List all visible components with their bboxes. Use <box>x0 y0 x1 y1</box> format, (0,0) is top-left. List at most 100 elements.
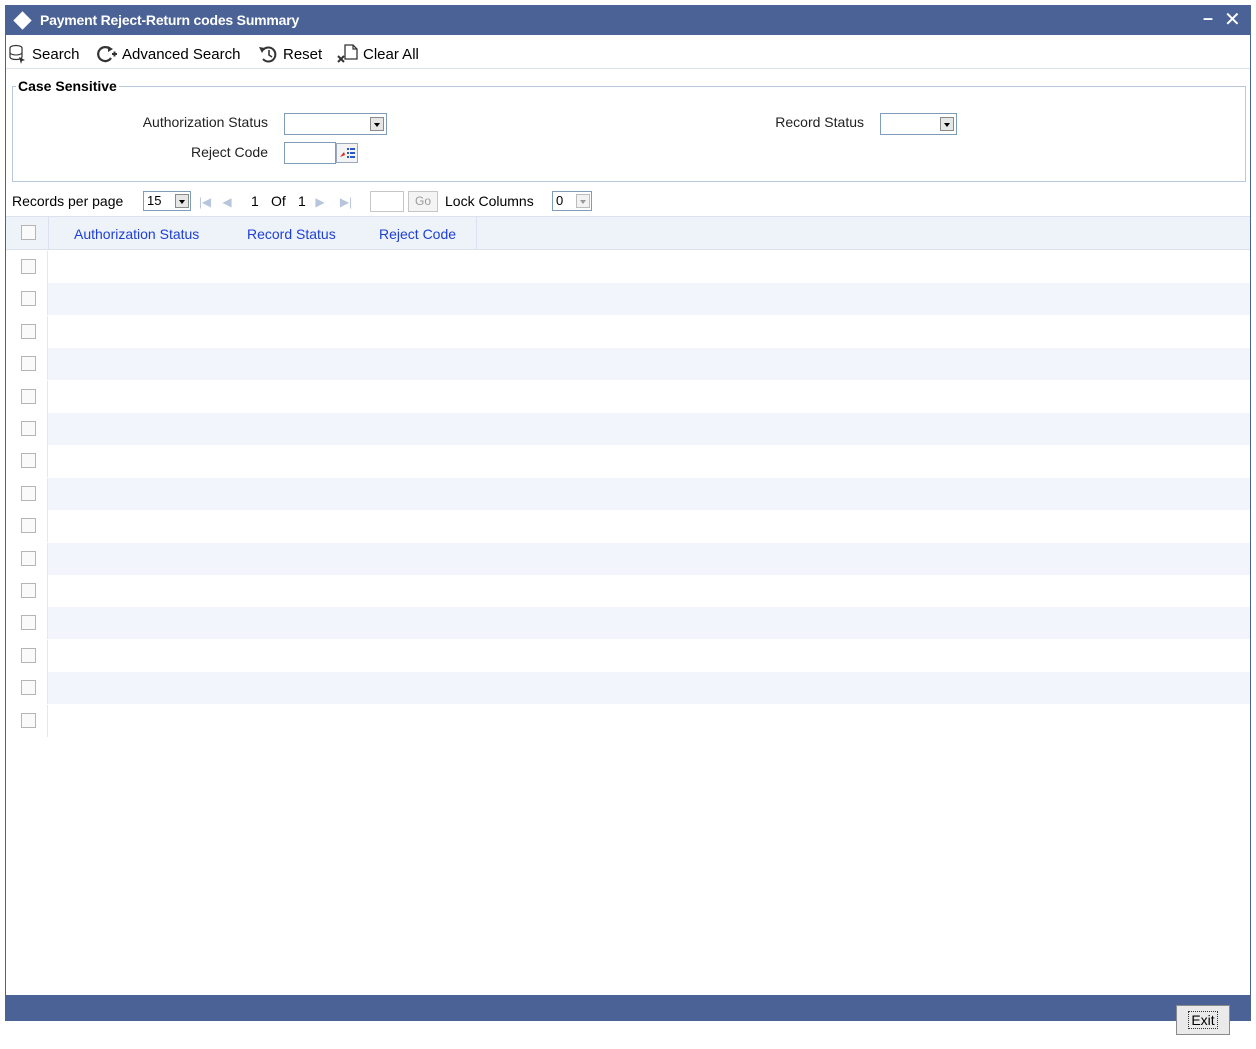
footer-bar <box>6 995 1250 1020</box>
reject-code-label: Reject Code <box>190 144 268 160</box>
row-checkbox[interactable] <box>21 680 36 696</box>
clear-all-icon <box>337 43 359 65</box>
table-row[interactable] <box>6 445 1250 478</box>
row-checkbox[interactable] <box>21 518 36 534</box>
select-all-checkbox[interactable] <box>21 225 36 240</box>
table-row[interactable] <box>6 704 1250 737</box>
row-checkbox[interactable] <box>21 356 36 372</box>
minimize-button[interactable]: – <box>1203 8 1213 29</box>
row-select-cell <box>6 542 48 575</box>
chevron-down-icon <box>576 194 590 208</box>
reset-label: Reset <box>283 45 323 63</box>
table-row[interactable] <box>6 283 1250 316</box>
exit-label: Exit <box>1188 1011 1218 1029</box>
go-to-page-input[interactable] <box>370 191 404 212</box>
record-status-select[interactable] <box>880 113 957 135</box>
search-criteria-panel <box>12 86 1246 182</box>
lock-columns-label: Lock Columns <box>445 193 534 209</box>
column-divider <box>476 217 477 250</box>
row-select-cell <box>6 413 48 445</box>
first-page-icon[interactable]: |◀ <box>197 194 213 210</box>
row-checkbox[interactable] <box>21 453 36 469</box>
authorization-status-select[interactable] <box>284 113 387 135</box>
row-select-cell <box>6 251 48 283</box>
table-row[interactable] <box>6 639 1250 672</box>
grid-header: Authorization Status Record Status Rejec… <box>6 216 1250 250</box>
row-checkbox[interactable] <box>21 712 36 728</box>
row-select-cell <box>6 639 48 672</box>
row-checkbox[interactable] <box>21 259 36 274</box>
row-select-cell <box>6 283 48 316</box>
column-divider <box>48 217 49 250</box>
table-row[interactable] <box>6 251 1250 283</box>
table-row[interactable] <box>6 477 1250 510</box>
chevron-down-icon <box>175 194 189 208</box>
last-page-icon[interactable]: ▶| <box>338 194 354 210</box>
row-checkbox[interactable] <box>21 388 36 404</box>
authorization-status-label: Authorization Status <box>142 114 268 130</box>
column-header-reject-code[interactable]: Reject Code <box>379 226 456 242</box>
table-row[interactable] <box>6 413 1250 445</box>
lock-columns-select[interactable]: 0 <box>552 191 592 211</box>
of-label: Of <box>271 193 286 209</box>
table-row[interactable] <box>6 607 1250 640</box>
search-icon <box>8 44 28 64</box>
row-checkbox[interactable] <box>21 291 36 307</box>
exit-button[interactable]: Exit <box>1176 1005 1230 1035</box>
row-select-cell <box>6 704 48 737</box>
row-select-cell <box>6 607 48 640</box>
table-row[interactable] <box>6 380 1250 413</box>
close-button[interactable]: ✕ <box>1224 7 1241 32</box>
column-header-authorization-status[interactable]: Authorization Status <box>74 226 199 242</box>
search-label: Search <box>32 45 80 63</box>
pagination-bar: Records per page 15 |◀ ◀ 1 Of 1 ▶ ▶| Go … <box>6 187 1250 215</box>
window-title: Payment Reject-Return codes Summary <box>40 12 300 28</box>
current-page: 1 <box>251 193 259 209</box>
row-checkbox[interactable] <box>21 647 36 663</box>
table-row[interactable] <box>6 575 1250 607</box>
search-button[interactable]: Search <box>8 42 80 66</box>
next-page-icon[interactable]: ▶ <box>312 194 328 210</box>
row-checkbox[interactable] <box>21 615 36 631</box>
advanced-search-button[interactable]: Advanced Search <box>96 42 240 66</box>
table-row[interactable] <box>6 672 1250 705</box>
row-checkbox[interactable] <box>21 323 36 339</box>
toolbar: Search Advanced Search Reset Clear All <box>6 39 1250 69</box>
row-select-cell <box>6 510 48 543</box>
total-pages: 1 <box>298 193 306 209</box>
row-checkbox[interactable] <box>21 583 36 598</box>
list-of-values-icon[interactable] <box>336 143 358 163</box>
diamond-icon <box>13 11 32 30</box>
row-checkbox[interactable] <box>21 485 36 501</box>
summary-window: Payment Reject-Return codes Summary – ✕ … <box>5 5 1251 1021</box>
records-per-page-value: 15 <box>147 193 162 208</box>
row-select-cell <box>6 315 48 348</box>
column-header-record-status[interactable]: Record Status <box>247 226 336 242</box>
go-button[interactable]: Go <box>408 191 438 212</box>
reject-code-input[interactable] <box>284 142 336 164</box>
row-checkbox[interactable] <box>21 550 36 566</box>
chevron-down-icon <box>940 117 954 131</box>
reset-icon <box>257 44 279 64</box>
table-row[interactable] <box>6 348 1250 381</box>
records-per-page-label: Records per page <box>12 193 124 209</box>
table-row[interactable] <box>6 542 1250 575</box>
row-select-cell <box>6 672 48 705</box>
row-checkbox[interactable] <box>21 421 36 436</box>
record-status-label: Record Status <box>775 114 864 130</box>
lock-columns-value: 0 <box>556 193 564 208</box>
advanced-search-label: Advanced Search <box>122 45 241 63</box>
advanced-search-icon <box>96 44 118 64</box>
table-row[interactable] <box>6 510 1250 543</box>
chevron-down-icon <box>370 117 384 131</box>
previous-page-icon[interactable]: ◀ <box>219 194 235 210</box>
reset-button[interactable]: Reset <box>257 42 322 66</box>
table-row[interactable] <box>6 315 1250 348</box>
clear-all-button[interactable]: Clear All <box>337 42 419 66</box>
case-sensitive-legend: Case Sensitive <box>16 78 119 94</box>
records-per-page-select[interactable]: 15 <box>143 191 191 211</box>
row-select-cell <box>6 380 48 413</box>
row-select-cell <box>6 575 48 607</box>
row-select-cell <box>6 348 48 381</box>
row-select-cell <box>6 477 48 510</box>
